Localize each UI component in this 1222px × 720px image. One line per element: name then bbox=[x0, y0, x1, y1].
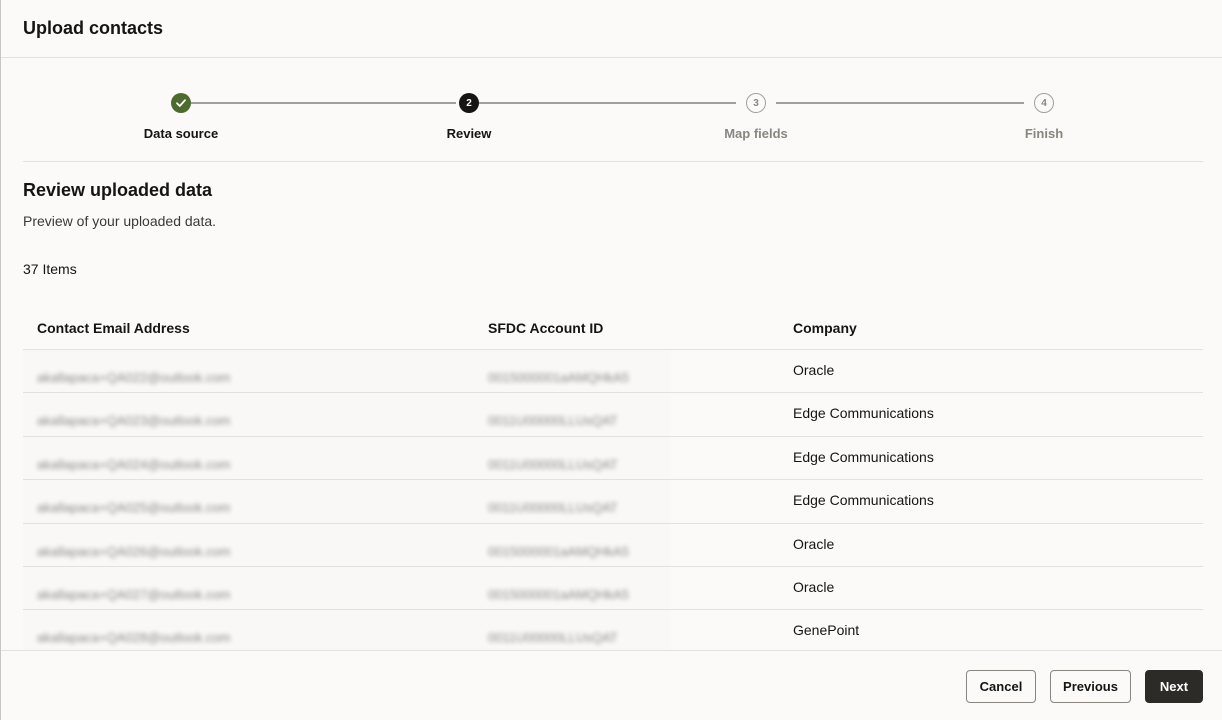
step-finish[interactable]: 4 Finish bbox=[974, 93, 1114, 141]
dialog-title: Upload contacts bbox=[23, 18, 164, 38]
table-row[interactable]: akallapaca+QA024@outlook.com 0011U00000L… bbox=[23, 437, 1203, 481]
cancel-button[interactable]: Cancel bbox=[966, 670, 1036, 703]
dialog-footer: Cancel Previous Next bbox=[1, 650, 1222, 720]
step-number: 2 bbox=[459, 93, 479, 113]
account-id-cell: 0011U00000LLUsQAT bbox=[488, 413, 618, 429]
table-row[interactable]: akallapaca+QA023@outlook.com 0011U00000L… bbox=[23, 393, 1203, 437]
step-train: Data source 2 Review 3 Map fields 4 Fini… bbox=[23, 58, 1203, 162]
table-row[interactable]: akallapaca+QA027@outlook.com 0015000001a… bbox=[23, 567, 1203, 611]
step-label: Finish bbox=[1024, 126, 1064, 141]
table-row[interactable]: akallapaca+QA026@outlook.com 0015000001a… bbox=[23, 524, 1203, 567]
previous-button[interactable]: Previous bbox=[1050, 670, 1131, 703]
section-subtitle: Preview of your uploaded data. bbox=[23, 213, 217, 229]
account-id-cell: 0015000001aAMQHkA5 bbox=[488, 370, 629, 385]
column-header-company[interactable]: Company bbox=[793, 320, 857, 336]
next-button[interactable]: Next bbox=[1145, 670, 1203, 703]
company-cell: Edge Communications bbox=[793, 492, 934, 509]
email-cell: akallapaca+QA024@outlook.com bbox=[37, 456, 231, 472]
account-id-cell: 0015000001aAMQHkA5 bbox=[488, 543, 629, 559]
step-label: Data source bbox=[143, 126, 219, 141]
step-label: Map fields bbox=[724, 126, 788, 141]
step-number: 4 bbox=[1034, 93, 1054, 113]
account-id-cell: 0011U00000LLUsQAT bbox=[488, 456, 618, 472]
review-section: Review uploaded data Preview of your upl… bbox=[23, 180, 216, 229]
table-body: akallapaca+QA022@outlook.com 0015000001a… bbox=[23, 350, 1203, 654]
account-id-cell: 0011U00000LLUsQAT bbox=[488, 500, 618, 516]
step-data-source[interactable]: Data source bbox=[111, 93, 251, 141]
company-cell: Edge Communications bbox=[793, 405, 934, 422]
company-cell: Oracle bbox=[793, 578, 835, 595]
section-title: Review uploaded data bbox=[23, 180, 213, 200]
step-review[interactable]: 2 Review bbox=[399, 93, 539, 141]
table-row[interactable]: akallapaca+QA022@outlook.com 0015000001a… bbox=[23, 350, 1203, 394]
table-row[interactable]: akallapaca+QA025@outlook.com 0011U00000L… bbox=[23, 480, 1203, 524]
step-label: Review bbox=[446, 126, 492, 141]
account-id-cell: 0011U00000LLUsQAT bbox=[488, 630, 618, 646]
dialog-header: Upload contacts bbox=[1, 0, 1222, 58]
company-cell: Edge Communications bbox=[793, 448, 934, 465]
email-cell: akallapaca+QA025@outlook.com bbox=[37, 500, 231, 516]
upload-contacts-dialog: Upload contacts Data source 2 Review 3 M… bbox=[0, 0, 1222, 720]
email-cell: akallapaca+QA023@outlook.com bbox=[37, 413, 231, 429]
column-header-account-id[interactable]: SFDC Account ID bbox=[488, 320, 603, 336]
company-cell: GenePoint bbox=[793, 622, 860, 639]
items-count: 37 Items bbox=[23, 261, 77, 277]
uploaded-data-table: Contact Email Address SFDC Account ID Co… bbox=[23, 307, 1203, 654]
email-cell: akallapaca+QA028@outlook.com bbox=[37, 630, 231, 646]
company-cell: Oracle bbox=[793, 362, 835, 378]
column-header-email[interactable]: Contact Email Address bbox=[37, 320, 190, 336]
email-cell: akallapaca+QA022@outlook.com bbox=[37, 370, 231, 385]
account-id-cell: 0015000001aAMQHkA5 bbox=[488, 586, 629, 602]
table-row[interactable]: akallapaca+QA028@outlook.com 0011U00000L… bbox=[23, 610, 1203, 653]
step-map-fields[interactable]: 3 Map fields bbox=[686, 93, 826, 141]
table-header: Contact Email Address SFDC Account ID Co… bbox=[23, 307, 1203, 350]
step-number: 3 bbox=[746, 93, 766, 113]
email-cell: akallapaca+QA027@outlook.com bbox=[37, 586, 231, 602]
checkmark-icon bbox=[171, 93, 191, 113]
email-cell: akallapaca+QA026@outlook.com bbox=[37, 543, 231, 559]
company-cell: Oracle bbox=[793, 535, 835, 552]
